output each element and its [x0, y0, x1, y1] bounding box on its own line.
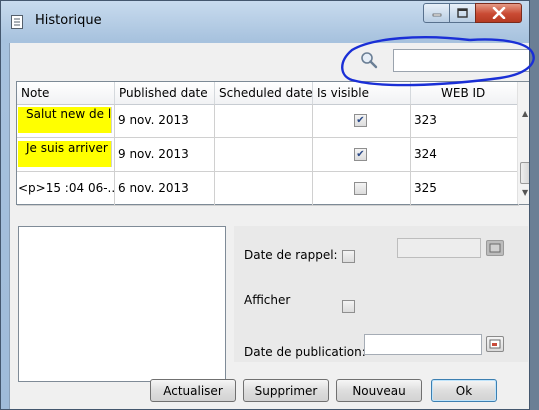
- calendar-button-rappel[interactable]: [486, 240, 504, 256]
- scheduled-date-cell[interactable]: [215, 172, 313, 205]
- column-header-published-date[interactable]: Published date: [115, 82, 215, 104]
- maximize-icon: [457, 8, 468, 18]
- is-visible-checkbox[interactable]: ✔: [354, 114, 367, 127]
- column-header-web-id[interactable]: WEB ID: [411, 82, 519, 104]
- table-row[interactable]: Salut new de la machine 9 nov. 2013 ✔ 32…: [17, 104, 519, 138]
- scroll-up-arrow-icon[interactable]: ▲: [522, 109, 528, 118]
- maximize-button[interactable]: [449, 3, 476, 23]
- is-visible-cell[interactable]: [313, 172, 411, 205]
- search-input[interactable]: [393, 49, 529, 72]
- supprimer-button[interactable]: Supprimer: [243, 379, 329, 402]
- note-text: Je suis arriver ok: [18, 141, 112, 167]
- close-icon: [492, 7, 505, 19]
- note-cell[interactable]: <p>15 :04 06-...: [17, 172, 115, 205]
- published-date-text: 9 nov. 2013: [118, 147, 189, 161]
- published-date-cell[interactable]: 6 nov. 2013: [115, 172, 215, 205]
- calendar-icon: [489, 339, 501, 349]
- note-text: Salut new de la machine: [18, 107, 112, 133]
- nouveau-button[interactable]: Nouveau: [336, 379, 422, 402]
- web-id-text: 323: [414, 113, 437, 127]
- afficher-checkbox[interactable]: [342, 300, 355, 313]
- published-date-cell[interactable]: 9 nov. 2013: [115, 138, 215, 171]
- web-id-text: 325: [414, 181, 437, 195]
- date-publication-field[interactable]: [364, 334, 482, 355]
- close-button[interactable]: [475, 3, 522, 23]
- scheduled-date-cell[interactable]: [215, 104, 313, 137]
- column-header-scheduled-date[interactable]: Scheduled date: [215, 82, 313, 104]
- table-scrollbar[interactable]: ▲ ▼: [517, 82, 529, 204]
- window-client-area: Note Published date Scheduled date Is vi…: [9, 43, 529, 409]
- scrollbar-thumb[interactable]: [520, 162, 529, 184]
- published-date-text: 6 nov. 2013: [118, 181, 189, 195]
- web-id-cell[interactable]: 324: [411, 138, 519, 171]
- minimize-button[interactable]: [423, 3, 450, 23]
- date-rappel-label: Date de rappel:: [244, 248, 338, 262]
- web-id-text: 324: [414, 147, 437, 161]
- is-visible-checkbox[interactable]: [354, 182, 367, 195]
- search-bar: [10, 43, 529, 80]
- search-icon: [361, 52, 378, 69]
- published-date-text: 9 nov. 2013: [118, 113, 189, 127]
- web-id-cell[interactable]: 325: [411, 172, 519, 205]
- scheduled-date-cell[interactable]: [215, 138, 313, 171]
- afficher-label: Afficher: [244, 293, 291, 307]
- minimize-icon: [432, 13, 441, 17]
- ok-button[interactable]: Ok: [431, 379, 497, 402]
- column-header-is-visible[interactable]: Is visible: [313, 82, 411, 104]
- date-publication-label: Date de publication:: [244, 345, 366, 359]
- history-table: Note Published date Scheduled date Is vi…: [16, 81, 529, 206]
- note-text-area[interactable]: [18, 226, 226, 382]
- details-panel: Date de rappel: Afficher Date de publica…: [234, 226, 528, 362]
- note-text: <p>15 :04 06-...: [18, 181, 115, 195]
- document-icon: [11, 15, 23, 29]
- calendar-icon: [489, 243, 501, 253]
- web-id-cell[interactable]: 323: [411, 104, 519, 137]
- is-visible-checkbox[interactable]: ✔: [354, 148, 367, 161]
- title-bar[interactable]: Historique: [1, 1, 529, 43]
- window-title: Historique: [35, 13, 102, 28]
- is-visible-cell[interactable]: ✔: [313, 138, 411, 171]
- actualiser-button[interactable]: Actualiser: [150, 379, 236, 402]
- note-cell[interactable]: Salut new de la machine: [17, 104, 115, 137]
- note-cell[interactable]: Je suis arriver ok: [17, 138, 115, 171]
- table-row[interactable]: <p>15 :04 06-... 6 nov. 2013 325: [17, 172, 519, 206]
- is-visible-cell[interactable]: ✔: [313, 104, 411, 137]
- historique-window: Historique Note Published date Scheduled…: [0, 0, 530, 410]
- table-header: Note Published date Scheduled date Is vi…: [17, 82, 519, 105]
- table-row[interactable]: Je suis arriver ok 9 nov. 2013 ✔ 324: [17, 138, 519, 172]
- date-rappel-field[interactable]: [397, 238, 481, 258]
- published-date-cell[interactable]: 9 nov. 2013: [115, 104, 215, 137]
- column-header-note[interactable]: Note: [17, 82, 115, 104]
- scroll-down-arrow-icon[interactable]: ▼: [522, 188, 528, 197]
- calendar-button-publication[interactable]: [486, 336, 504, 352]
- date-rappel-checkbox[interactable]: [342, 250, 355, 263]
